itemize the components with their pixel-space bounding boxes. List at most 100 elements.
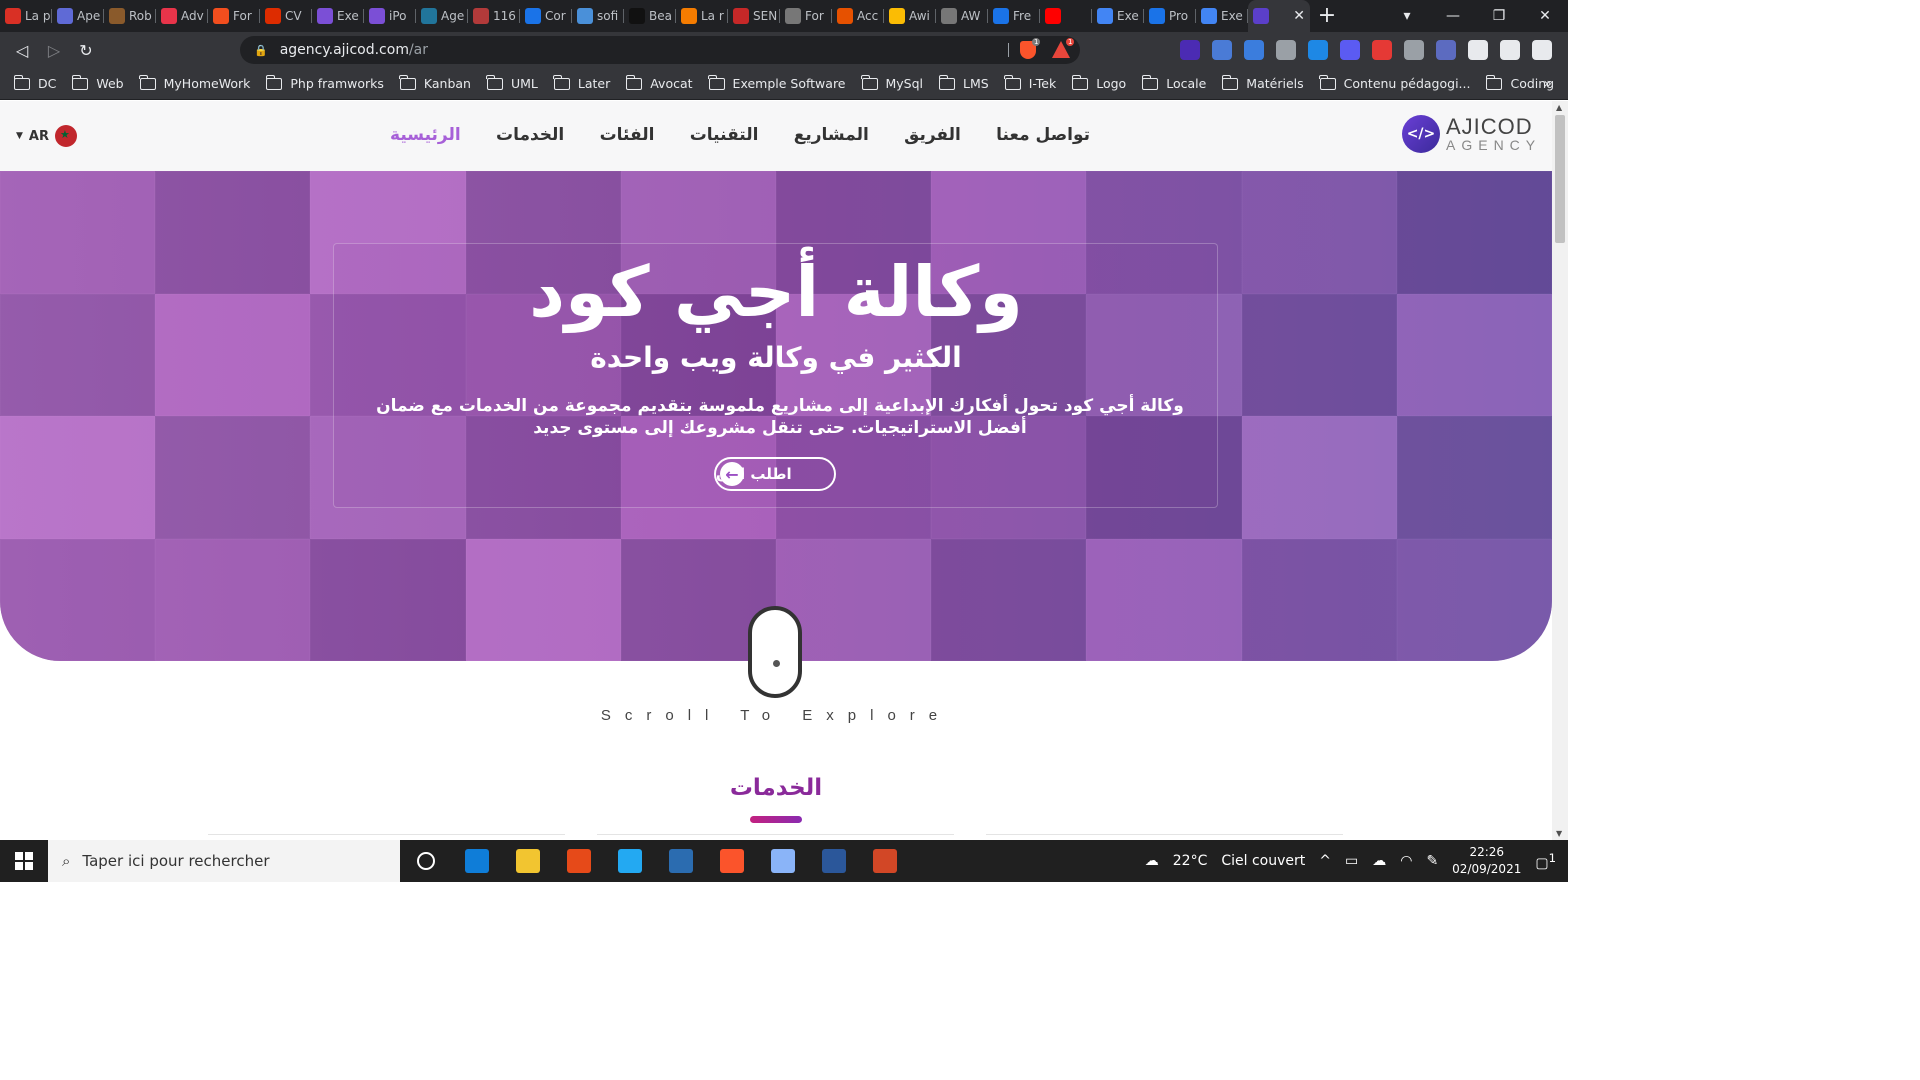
browser-tab[interactable]: For — [780, 0, 832, 32]
bookmark-folder[interactable]: Web — [71, 74, 124, 91]
browser-tab[interactable]: iPo — [364, 0, 416, 32]
browser-tab[interactable]: 116 — [468, 0, 520, 32]
browser-tab[interactable]: Pro — [1144, 0, 1196, 32]
extension-icon[interactable] — [1308, 40, 1328, 60]
extension-icon[interactable] — [1436, 40, 1456, 60]
browser-tab[interactable]: sofi — [572, 0, 624, 32]
nav-link[interactable]: الفريق — [904, 125, 961, 145]
browser-tab[interactable]: Ape — [52, 0, 104, 32]
new-tab-button[interactable]: + — [1310, 0, 1344, 32]
browser-tab[interactable]: Acc — [832, 0, 884, 32]
nav-link[interactable]: الخدمات — [496, 125, 564, 145]
back-button[interactable]: ◁ — [6, 41, 38, 60]
browser-tab[interactable]: Exe — [1196, 0, 1248, 32]
extension-icon[interactable] — [1500, 40, 1520, 60]
browser-tab[interactable]: For — [208, 0, 260, 32]
lock-icon[interactable]: 🔒 — [254, 44, 268, 57]
site-logo[interactable]: </> AJICOD AGENCY — [1402, 115, 1541, 153]
browser-tab[interactable]: Age — [416, 0, 468, 32]
extension-icon[interactable] — [1244, 40, 1264, 60]
taskbar-app[interactable] — [451, 840, 502, 882]
browser-tab[interactable]: Cor — [520, 0, 572, 32]
forward-button[interactable]: ▷ — [38, 41, 70, 60]
wifi-icon[interactable]: ◠ — [1400, 853, 1412, 869]
bookmark-folder[interactable]: Matériels — [1221, 74, 1304, 91]
taskbar-search[interactable]: ⌕ Taper ici pour rechercher — [48, 840, 400, 882]
cloud-icon[interactable]: ☁ — [1372, 853, 1386, 869]
bookmark-folder[interactable]: Kanban — [399, 74, 471, 91]
taskbar-app[interactable] — [604, 840, 655, 882]
taskbar-app[interactable] — [859, 840, 910, 882]
weather-temp[interactable]: 22°C — [1173, 853, 1208, 869]
taskbar-app[interactable] — [757, 840, 808, 882]
restore-icon[interactable]: ❐ — [1476, 8, 1522, 24]
minimize-icon[interactable]: — — [1430, 8, 1476, 24]
battery-icon[interactable]: ▭ — [1345, 853, 1358, 869]
chevron-up-icon[interactable]: ^ — [1319, 853, 1331, 869]
browser-tab[interactable]: Rob — [104, 0, 156, 32]
bookmark-folder[interactable]: Locale — [1141, 74, 1206, 91]
address-bar[interactable]: 🔒 agency.ajicod.com/ar 1 1 — [240, 36, 1080, 64]
bookmark-folder[interactable]: Contenu pédagogi... — [1319, 74, 1470, 91]
browser-tab[interactable]: AW — [936, 0, 988, 32]
taskbar-app[interactable] — [706, 840, 757, 882]
weather-icon[interactable]: ☁ — [1145, 853, 1159, 869]
bookmark-folder[interactable]: Logo — [1071, 74, 1126, 91]
bookmark-folder[interactable]: Exemple Software — [708, 74, 846, 91]
extension-icon[interactable] — [1212, 40, 1232, 60]
close-window-icon[interactable]: ✕ — [1522, 8, 1568, 24]
extension-icon[interactable] — [1180, 40, 1200, 60]
browser-tab[interactable]: ✕ — [1248, 0, 1310, 32]
browser-tab[interactable]: Fre — [988, 0, 1040, 32]
taskbar-app[interactable] — [502, 840, 553, 882]
bookmark-folder[interactable]: LMS — [938, 74, 989, 91]
language-switcher[interactable]: ▼ AR — [16, 125, 77, 147]
bookmark-folder[interactable]: MySql — [861, 74, 923, 91]
task-view-button[interactable] — [400, 840, 451, 882]
order-now-button[interactable]: اطلب الآن ← — [714, 457, 836, 491]
bookmark-folder[interactable]: DC — [13, 74, 56, 91]
browser-tab[interactable]: Exe — [312, 0, 364, 32]
browser-tab[interactable] — [1040, 0, 1092, 32]
extension-icon[interactable] — [1372, 40, 1392, 60]
nav-link[interactable]: تواصل معنا — [996, 125, 1090, 145]
clock[interactable]: 22:26 02/09/2021 — [1452, 844, 1521, 878]
taskbar-app[interactable] — [553, 840, 604, 882]
extension-icon[interactable] — [1532, 40, 1552, 60]
bookmark-folder[interactable]: Php framworks — [265, 74, 384, 91]
scroll-down-icon[interactable]: ▼ — [1556, 829, 1562, 838]
start-button[interactable] — [0, 840, 48, 882]
nav-link[interactable]: الفئات — [600, 125, 655, 145]
extension-icon[interactable] — [1404, 40, 1424, 60]
scroll-mouse-icon[interactable] — [748, 606, 802, 698]
nav-link[interactable]: التقنيات — [690, 125, 759, 145]
reload-button[interactable]: ↻ — [70, 41, 102, 60]
pen-icon[interactable]: ✎ — [1426, 853, 1438, 869]
nav-link[interactable]: الرئيسية — [390, 125, 461, 145]
nav-link[interactable]: المشاريع — [794, 125, 869, 145]
bookmark-folder[interactable]: I-Tek — [1004, 74, 1056, 91]
scrollbar-thumb[interactable] — [1555, 115, 1565, 243]
close-tab-icon[interactable]: ✕ — [1293, 8, 1305, 24]
browser-tab[interactable]: Adv — [156, 0, 208, 32]
notifications-icon[interactable]: ▢1 — [1535, 851, 1556, 872]
browser-tab[interactable]: Awi — [884, 0, 936, 32]
browser-tab[interactable]: Exe — [1092, 0, 1144, 32]
bookmark-folder[interactable]: Later — [553, 74, 610, 91]
weather-desc[interactable]: Ciel couvert — [1221, 853, 1305, 869]
browser-tab[interactable]: CV — [260, 0, 312, 32]
browser-tab[interactable]: Bea — [624, 0, 676, 32]
bookmark-folder[interactable]: MyHomeWork — [139, 74, 250, 91]
bookmarks-overflow-button[interactable]: » — [1543, 76, 1552, 92]
browser-tab[interactable]: SEN — [728, 0, 780, 32]
extension-icon[interactable] — [1340, 40, 1360, 60]
scroll-up-icon[interactable]: ▲ — [1556, 103, 1562, 112]
browser-tab[interactable]: La r — [676, 0, 728, 32]
taskbar-app[interactable] — [808, 840, 859, 882]
tab-search-icon[interactable]: ▾ — [1384, 8, 1430, 24]
browser-tab[interactable]: La p — [0, 0, 52, 32]
extension-icon[interactable] — [1468, 40, 1488, 60]
taskbar-app[interactable] — [655, 840, 706, 882]
extension-icon[interactable] — [1276, 40, 1296, 60]
page-scrollbar[interactable]: ▲ ▼ — [1552, 101, 1568, 840]
